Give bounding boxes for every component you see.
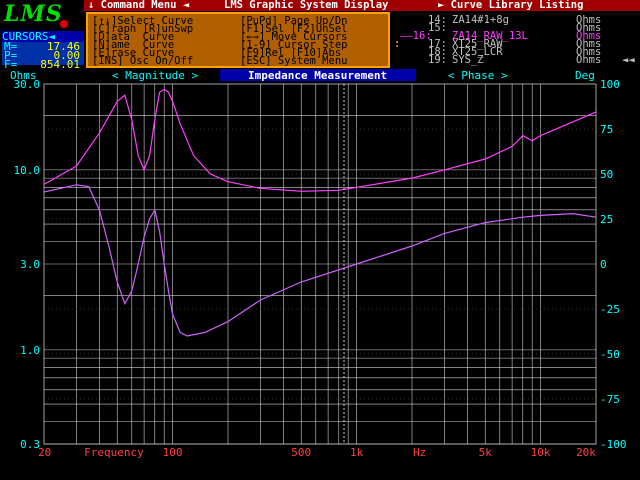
y-left-tick-label: 10.0 xyxy=(14,164,41,177)
y-right-tick-label: -100 xyxy=(600,438,627,451)
y-left-tick-label: 3.0 xyxy=(20,258,40,271)
x-tick-label: 500 xyxy=(291,446,311,459)
y-right-tick-label: 25 xyxy=(600,213,613,226)
x-tick-label: 100 xyxy=(163,446,183,459)
y-left-tick-label: 1.0 xyxy=(20,344,40,357)
y-right-tick-label: 50 xyxy=(600,168,613,181)
y-right-tick-label: -25 xyxy=(600,303,620,316)
y-right-tick-label: 0 xyxy=(600,258,607,271)
x-tick-label: 5k xyxy=(479,446,493,459)
impedance-chart[interactable]: 30.010.03.01.00.31007550250-25-50-75-100… xyxy=(0,0,640,480)
y-right-tick-label: 100 xyxy=(600,78,620,91)
y-left-tick-label: 30.0 xyxy=(14,78,41,91)
x-tick-label: 20 xyxy=(38,446,51,459)
series-line-magnitude xyxy=(43,88,597,192)
series-line-phase xyxy=(43,184,597,337)
x-tick-label: Frequency xyxy=(84,446,144,459)
x-tick-label: 10k xyxy=(531,446,551,459)
y-right-tick-label: -75 xyxy=(600,393,620,406)
y-right-tick-label: -50 xyxy=(600,348,620,361)
x-tick-label: 1k xyxy=(350,446,364,459)
x-tick-label: Hz xyxy=(413,446,426,459)
y-right-tick-label: 75 xyxy=(600,123,613,136)
x-tick-label: 20k xyxy=(576,446,596,459)
